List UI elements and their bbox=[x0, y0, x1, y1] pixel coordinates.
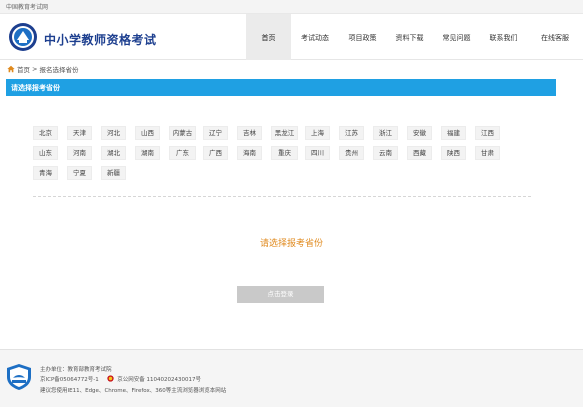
province-sichuan[interactable]: 四川 bbox=[305, 146, 330, 160]
province-jiangxi[interactable]: 江西 bbox=[475, 126, 500, 140]
province-hunan[interactable]: 湖南 bbox=[135, 146, 160, 160]
nav-online-service[interactable]: 在线客服 bbox=[527, 14, 583, 60]
footer-sponsor: 主办单位：教育部教育考试院 bbox=[40, 367, 112, 373]
province-hubei[interactable]: 湖北 bbox=[101, 146, 126, 160]
province-shanghai[interactable]: 上海 bbox=[305, 126, 330, 140]
main-nav: 首页 考试动态 项目政策 资料下载 常见问题 联系我们 在线客服 bbox=[246, 14, 583, 60]
province-ningxia[interactable]: 宁夏 bbox=[67, 166, 92, 180]
top-bar: 中国教育考试网 bbox=[0, 0, 583, 14]
icp-link[interactable]: 京ICP备05064772号-1 bbox=[40, 377, 99, 383]
province-shanxi[interactable]: 山西 bbox=[135, 126, 160, 140]
province-tianjin[interactable]: 天津 bbox=[67, 126, 92, 140]
province-shaanxi[interactable]: 陕西 bbox=[441, 146, 466, 160]
province-xizang[interactable]: 西藏 bbox=[407, 146, 432, 160]
breadcrumb: 首页 > 报名选择省份 bbox=[7, 64, 78, 74]
select-province-prompt: 请选择报考省份 bbox=[259, 239, 323, 249]
province-zhejiang[interactable]: 浙江 bbox=[373, 126, 398, 140]
province-row: 山东 河南 湖北 湖南 广东 广西 海南 重庆 四川 贵州 云南 西藏 陕西 甘… bbox=[33, 146, 533, 160]
ntce-footer-shield-icon bbox=[7, 364, 31, 390]
nav-faq[interactable]: 常见问题 bbox=[433, 14, 480, 60]
province-jiangsu[interactable]: 江苏 bbox=[339, 126, 364, 140]
breadcrumb-separator: > bbox=[32, 65, 38, 73]
province-chongqing[interactable]: 重庆 bbox=[271, 146, 298, 160]
site-footer: 主办单位：教育部教育考试院 京ICP备05064772号-1 京公网安备 110… bbox=[0, 349, 583, 407]
nav-home[interactable]: 首页 bbox=[246, 14, 291, 60]
province-row: 青海 宁夏 新疆 bbox=[33, 166, 533, 180]
province-guizhou[interactable]: 贵州 bbox=[339, 146, 364, 160]
province-hainan[interactable]: 海南 bbox=[237, 146, 262, 160]
nav-contact[interactable]: 联系我们 bbox=[480, 14, 527, 60]
province-hebei[interactable]: 河北 bbox=[101, 126, 126, 140]
section-title-bar: 请选择报考省份 bbox=[6, 79, 556, 96]
province-qinghai[interactable]: 青海 bbox=[33, 166, 58, 180]
police-badge-icon bbox=[106, 375, 114, 382]
province-row: 北京 天津 河北 山西 内蒙古 辽宁 吉林 黑龙江 上海 江苏 浙江 安徽 福建… bbox=[33, 126, 533, 140]
province-anhui[interactable]: 安徽 bbox=[407, 126, 432, 140]
province-guangxi[interactable]: 广西 bbox=[203, 146, 228, 160]
nav-downloads[interactable]: 资料下载 bbox=[386, 14, 433, 60]
province-neimenggu[interactable]: 内蒙古 bbox=[169, 126, 196, 140]
province-liaoning[interactable]: 辽宁 bbox=[203, 126, 228, 140]
site-title[interactable]: 中小学教师资格考试 bbox=[44, 31, 157, 48]
province-jilin[interactable]: 吉林 bbox=[237, 126, 262, 140]
nav-exam-news[interactable]: 考试动态 bbox=[291, 14, 339, 60]
province-gansu[interactable]: 甘肃 bbox=[475, 146, 500, 160]
province-guangdong[interactable]: 广东 bbox=[169, 146, 196, 160]
province-xinjiang[interactable]: 新疆 bbox=[101, 166, 126, 180]
nav-policy[interactable]: 项目政策 bbox=[339, 14, 386, 60]
login-button[interactable]: 点击登录 bbox=[237, 286, 324, 303]
divider bbox=[33, 196, 531, 197]
province-heilongjiang[interactable]: 黑龙江 bbox=[271, 126, 298, 140]
home-icon bbox=[7, 65, 15, 73]
province-yunnan[interactable]: 云南 bbox=[373, 146, 398, 160]
province-shandong[interactable]: 山东 bbox=[33, 146, 58, 160]
province-list: 北京 天津 河北 山西 内蒙古 辽宁 吉林 黑龙江 上海 江苏 浙江 安徽 福建… bbox=[33, 126, 533, 186]
breadcrumb-home-link[interactable]: 首页 bbox=[17, 64, 30, 74]
top-bar-text[interactable]: 中国教育考试网 bbox=[6, 2, 48, 11]
province-fujian[interactable]: 福建 bbox=[441, 126, 466, 140]
section-title: 请选择报考省份 bbox=[11, 84, 60, 92]
site-header: 中小学教师资格考试 首页 考试动态 项目政策 资料下载 常见问题 联系我们 在线… bbox=[0, 14, 583, 60]
province-henan[interactable]: 河南 bbox=[67, 146, 92, 160]
footer-registration: 京ICP备05064772号-1 京公网安备 11040202430017号 bbox=[40, 375, 201, 383]
ntce-logo-icon[interactable] bbox=[8, 22, 38, 52]
police-record-link[interactable]: 京公网安备 11040202430017号 bbox=[117, 377, 201, 383]
footer-browser-tip: 建议您使用IE11、Edge、Chrome、Firefox、360等主流浏览器浏… bbox=[40, 388, 227, 394]
breadcrumb-current: 报名选择省份 bbox=[39, 66, 79, 74]
province-beijing[interactable]: 北京 bbox=[33, 126, 58, 140]
